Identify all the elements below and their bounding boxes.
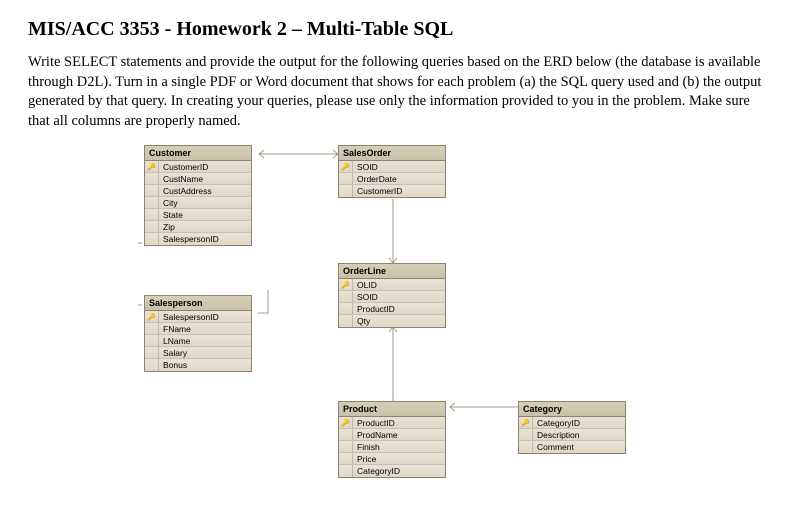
field-label: CustomerID — [159, 162, 251, 172]
entity-salesperson: Salesperson 🔑SalespersonID FName LName S… — [144, 295, 252, 372]
field-label: CategoryID — [533, 418, 625, 428]
table-row: State — [145, 209, 251, 221]
entity-orderline: OrderLine 🔑OLID SOID ProductID Qty — [338, 263, 446, 328]
row-marker — [339, 291, 353, 302]
key-icon: 🔑 — [145, 161, 159, 172]
row-marker — [519, 441, 533, 453]
row-marker — [339, 185, 353, 197]
row-marker — [145, 185, 159, 196]
field-label: Salary — [159, 348, 251, 358]
table-row: CustAddress — [145, 185, 251, 197]
field-label: State — [159, 210, 251, 220]
table-row: ProductID — [339, 303, 445, 315]
key-icon: 🔑 — [145, 311, 159, 322]
row-marker — [145, 347, 159, 358]
field-label: LName — [159, 336, 251, 346]
row-marker — [519, 429, 533, 440]
row-marker — [339, 429, 353, 440]
table-row: 🔑CustomerID — [145, 161, 251, 173]
row-marker — [145, 197, 159, 208]
instructions-text: Write SELECT statements and provide the … — [28, 53, 770, 131]
field-label: Finish — [353, 442, 445, 452]
row-marker — [145, 173, 159, 184]
row-marker — [145, 323, 159, 334]
table-row: Finish — [339, 441, 445, 453]
field-label: ProductID — [353, 418, 445, 428]
table-row: Comment — [519, 441, 625, 453]
row-marker — [145, 335, 159, 346]
key-icon: 🔑 — [339, 161, 353, 172]
table-row: Price — [339, 453, 445, 465]
table-row: 🔑SOID — [339, 161, 445, 173]
field-label: OLID — [353, 280, 445, 290]
entity-header: Salesperson — [145, 296, 251, 311]
row-marker — [145, 359, 159, 371]
row-marker — [339, 315, 353, 327]
table-row: 🔑CategoryID — [519, 417, 625, 429]
key-icon: 🔑 — [339, 279, 353, 290]
table-row: CustName — [145, 173, 251, 185]
table-row: Salary — [145, 347, 251, 359]
entity-customer: Customer 🔑CustomerID CustName CustAddres… — [144, 145, 252, 246]
field-label: Comment — [533, 442, 625, 452]
field-label: ProductID — [353, 304, 445, 314]
row-marker — [339, 173, 353, 184]
entity-header: Category — [519, 402, 625, 417]
table-row: OrderDate — [339, 173, 445, 185]
field-label: ProdName — [353, 430, 445, 440]
entity-header: SalesOrder — [339, 146, 445, 161]
field-label: Description — [533, 430, 625, 440]
field-label: SalespersonID — [159, 234, 251, 244]
entity-header: Product — [339, 402, 445, 417]
field-label: CustAddress — [159, 186, 251, 196]
erd-diagram: Customer 🔑CustomerID CustName CustAddres… — [138, 145, 678, 485]
table-row: Zip — [145, 221, 251, 233]
key-icon: 🔑 — [519, 417, 533, 428]
field-label: SOID — [353, 162, 445, 172]
table-row: 🔑SalespersonID — [145, 311, 251, 323]
entity-category: Category 🔑CategoryID Description Comment — [518, 401, 626, 454]
field-label: FName — [159, 324, 251, 334]
entity-header: OrderLine — [339, 264, 445, 279]
entity-header: Customer — [145, 146, 251, 161]
row-marker — [145, 209, 159, 220]
row-marker — [339, 441, 353, 452]
table-row: ProdName — [339, 429, 445, 441]
field-label: Bonus — [159, 360, 251, 370]
entity-product: Product 🔑ProductID ProdName Finish Price… — [338, 401, 446, 478]
field-label: CategoryID — [353, 466, 445, 476]
row-marker — [339, 465, 353, 477]
field-label: Zip — [159, 222, 251, 232]
entity-salesorder: SalesOrder 🔑SOID OrderDate CustomerID — [338, 145, 446, 198]
table-row: SOID — [339, 291, 445, 303]
row-marker — [145, 233, 159, 245]
row-marker — [145, 221, 159, 232]
table-row: Description — [519, 429, 625, 441]
table-row: LName — [145, 335, 251, 347]
field-label: SOID — [353, 292, 445, 302]
table-row: CategoryID — [339, 465, 445, 477]
field-label: OrderDate — [353, 174, 445, 184]
table-row: 🔑OLID — [339, 279, 445, 291]
field-label: Price — [353, 454, 445, 464]
field-label: CustomerID — [353, 186, 445, 196]
field-label: Qty — [353, 316, 445, 326]
field-label: SalespersonID — [159, 312, 251, 322]
field-label: CustName — [159, 174, 251, 184]
page-title: MIS/ACC 3353 - Homework 2 – Multi-Table … — [28, 18, 770, 41]
table-row: City — [145, 197, 251, 209]
table-row: FName — [145, 323, 251, 335]
field-label: City — [159, 198, 251, 208]
table-row: Bonus — [145, 359, 251, 371]
table-row: CustomerID — [339, 185, 445, 197]
row-marker — [339, 453, 353, 464]
table-row: Qty — [339, 315, 445, 327]
key-icon: 🔑 — [339, 417, 353, 428]
row-marker — [339, 303, 353, 314]
table-row: SalespersonID — [145, 233, 251, 245]
table-row: 🔑ProductID — [339, 417, 445, 429]
